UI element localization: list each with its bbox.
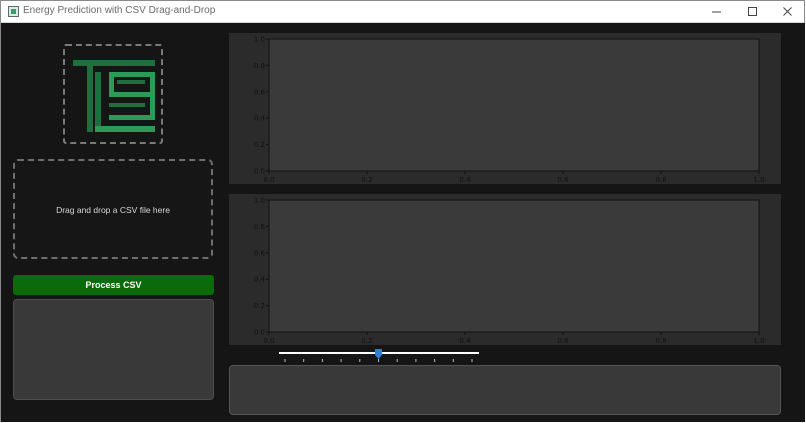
x-tick-label: 0.2	[361, 176, 372, 184]
y-tick-label: 1.0	[254, 36, 265, 44]
maximize-button[interactable]	[735, 1, 771, 23]
y-tick-label: 0.0	[254, 329, 265, 337]
slider-handle[interactable]	[375, 349, 382, 359]
tl9-logo	[73, 60, 155, 132]
csv-drop-zone[interactable]: Drag and drop a CSV file here	[13, 159, 213, 259]
y-tick-label: 0.8	[254, 223, 265, 231]
close-icon	[783, 7, 792, 16]
app-window: Energy Prediction with CSV Drag-and-Drop	[0, 0, 805, 422]
process-csv-button[interactable]: Process CSV	[13, 275, 214, 295]
x-tick-label: 0.4	[459, 337, 471, 345]
plot-1: 0.0 0.2 0.4 0.6 0.8 1.0 0.0 0.2 0.4 0.6 0.8 1.0	[254, 36, 765, 185]
x-tick-label: 0.0	[263, 337, 274, 345]
x-tick-label: 0.6	[557, 337, 569, 345]
y-tick-label: 0.2	[254, 141, 265, 149]
drop-zone-label: Drag and drop a CSV file here	[56, 205, 170, 215]
x-tick-label: 0.4	[459, 176, 471, 184]
minimize-button[interactable]	[699, 1, 735, 23]
close-button[interactable]	[770, 1, 806, 23]
y-tick-label: 0.2	[254, 302, 265, 310]
plot-panel-1: 0.0 0.2 0.4 0.6 0.8 1.0 0.0 0.2 0.4 0.6 0.8 1.0	[229, 33, 781, 184]
y-tick-label: 0.0	[254, 168, 265, 176]
plot-panel-2: 0.0 0.2 0.4 0.6 0.8 1.0 0.0 0.2 0.4 0.6 0.8 1.0	[229, 194, 781, 345]
y-tick-label: 0.4	[254, 115, 266, 123]
minimize-icon	[712, 11, 721, 13]
y-tick-label: 0.8	[254, 62, 265, 70]
y-tick-label: 0.6	[254, 88, 266, 96]
logo-frame	[63, 44, 163, 144]
x-tick-label: 0.0	[263, 176, 274, 184]
x-tick-label: 1.0	[753, 337, 764, 345]
x-tick-label: 0.8	[655, 176, 666, 184]
plot-axes	[268, 199, 760, 333]
result-display-area[interactable]	[229, 365, 781, 415]
app-icon	[8, 6, 19, 17]
y-tick-label: 0.6	[254, 249, 266, 257]
x-tick-label: 1.0	[753, 176, 764, 184]
title-bar[interactable]: Energy Prediction with CSV Drag-and-Drop	[1, 1, 804, 23]
x-tick-label: 0.2	[361, 337, 372, 345]
x-tick-label: 0.8	[655, 337, 666, 345]
maximize-icon	[748, 7, 757, 16]
x-tick-label: 0.6	[557, 176, 569, 184]
window-title: Energy Prediction with CSV Drag-and-Drop	[23, 5, 216, 16]
output-text-area[interactable]	[13, 299, 214, 400]
main-content: Drag and drop a CSV file here Process CS…	[1, 23, 805, 422]
plot-axes	[268, 38, 760, 172]
y-tick-label: 1.0	[254, 197, 265, 205]
y-tick-label: 0.4	[254, 276, 266, 284]
plot-2: 0.0 0.2 0.4 0.6 0.8 1.0 0.0 0.2 0.4 0.6 0.8 1.0	[254, 197, 765, 346]
